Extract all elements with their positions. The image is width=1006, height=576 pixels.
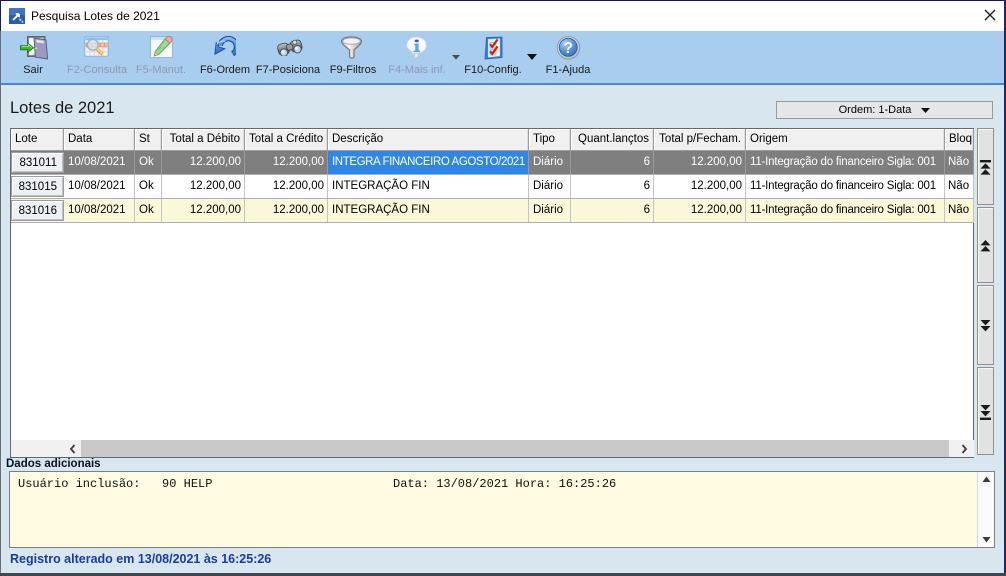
svg-text:?: ? <box>563 40 573 57</box>
